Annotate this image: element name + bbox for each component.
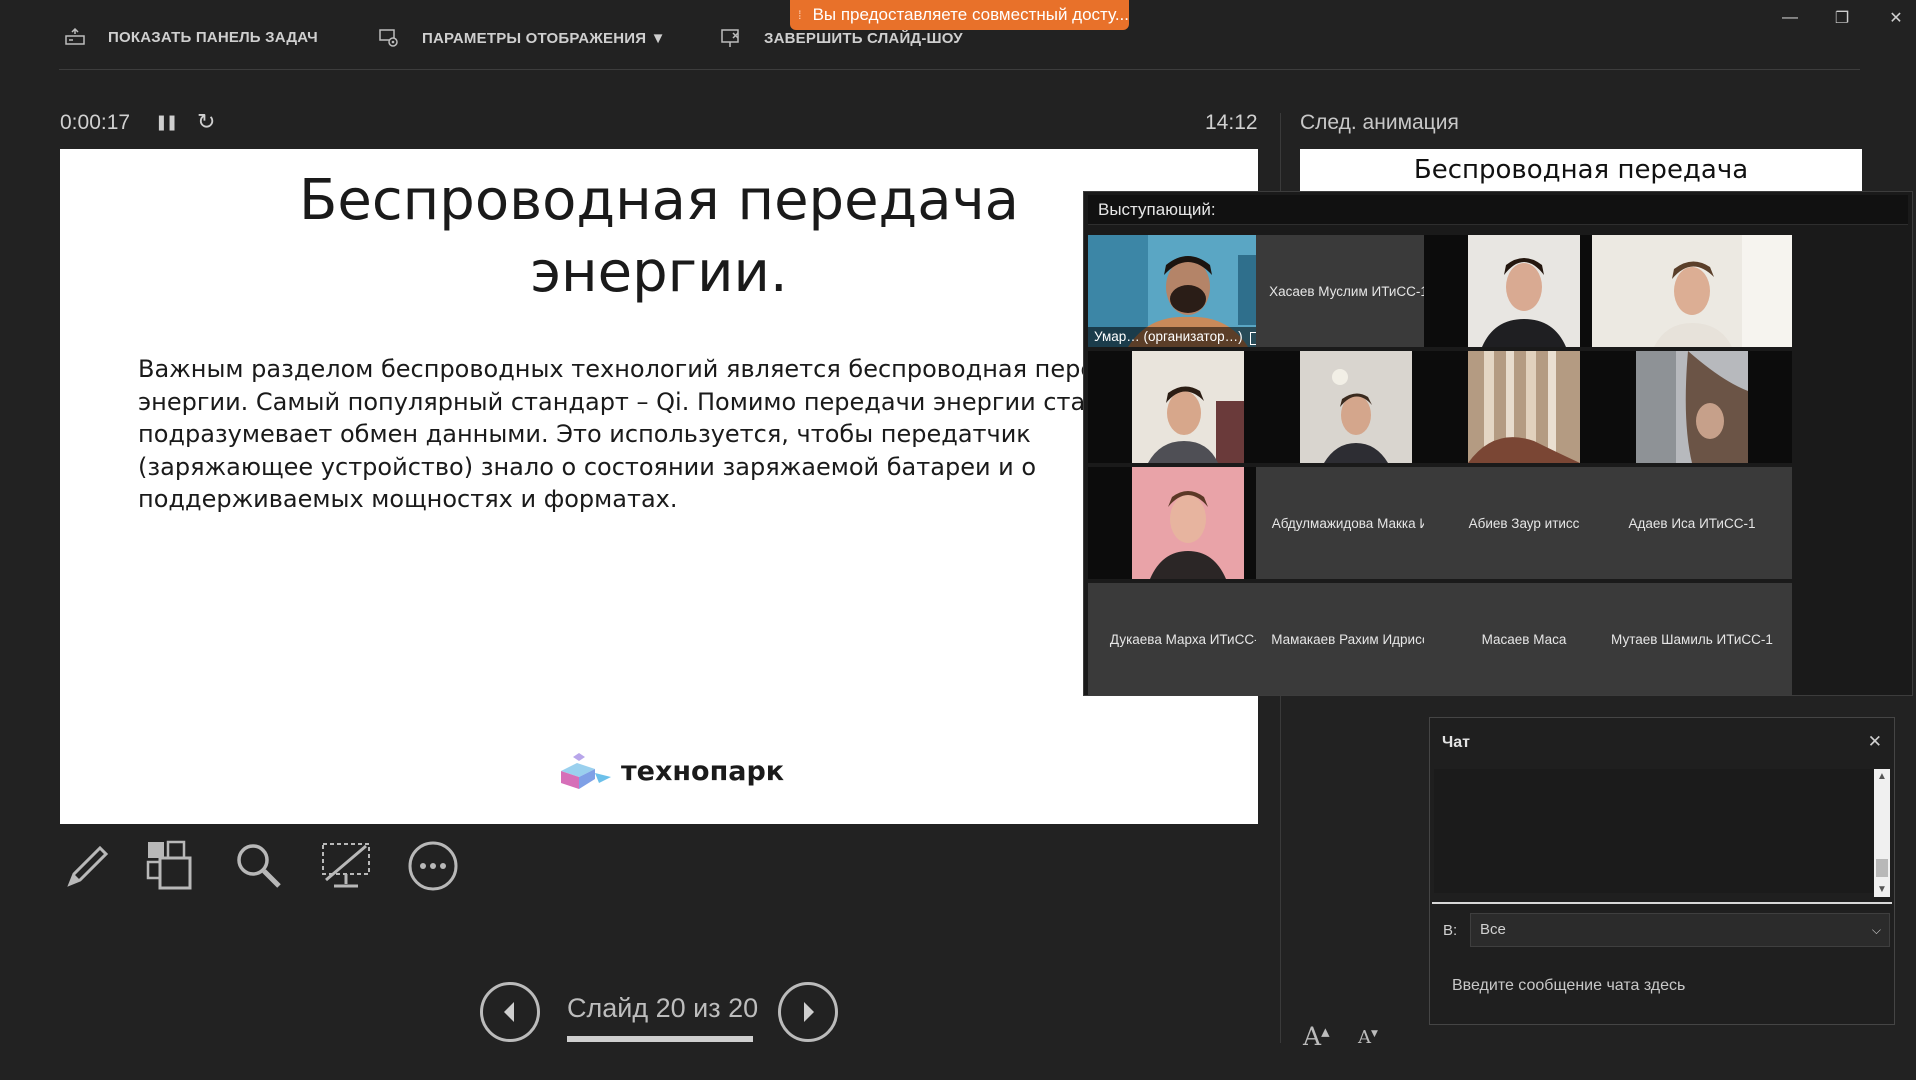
slide-title: Беспроводная передача энергии. xyxy=(299,168,1019,305)
chat-recipient-label: В: xyxy=(1443,922,1458,939)
show-taskbar-label: ПОКАЗАТЬ ПАНЕЛЬ ЗАДАЧ xyxy=(108,28,318,46)
next-slide-button[interactable] xyxy=(778,982,838,1042)
increase-font-icon: A xyxy=(1303,1022,1322,1051)
more-icon xyxy=(408,841,458,891)
current-slide[interactable]: Беспроводная передача энергии. Важным ра… xyxy=(60,149,1258,824)
technopark-logo: технопарк xyxy=(555,749,784,793)
chat-title: Чат xyxy=(1442,734,1470,751)
black-screen-button[interactable] xyxy=(320,840,372,892)
participant-name: Мутаев Шамиль ИТиСС-1 xyxy=(1611,631,1773,647)
presenter-name: Умар… (организатор…) xyxy=(1094,329,1243,344)
pen-icon xyxy=(67,845,109,887)
restore-button[interactable]: ❐ xyxy=(1822,6,1862,30)
end-show-label: ЗАВЕРШИТЬ СЛАЙД-ШОУ xyxy=(764,29,963,47)
increase-font-button[interactable]: A▲ xyxy=(1303,1022,1330,1051)
slides-grid-icon xyxy=(146,840,192,890)
drag-handle-icon[interactable]: ⁞ xyxy=(794,8,805,22)
see-all-slides-button[interactable] xyxy=(145,840,197,892)
toolbar-divider xyxy=(59,69,1860,70)
chevron-right-icon xyxy=(804,1002,814,1022)
next-slide-title: Беспроводная передача xyxy=(1413,155,1749,185)
chevron-down-icon: ⌵ xyxy=(1871,923,1881,937)
participant-tile[interactable]: Мутаев Шамиль ИТиСС-1 xyxy=(1592,583,1792,695)
screen-off-icon xyxy=(322,843,370,888)
participants-panel: Выступающий: Умар… (организатор…) ↑ Хаса… xyxy=(1083,191,1913,696)
taskbar-icon xyxy=(65,28,85,45)
chat-panel: Чат ✕ ▲ ▼ В: Все ⌵ xyxy=(1429,717,1895,1025)
participant-name: Адаев Иса ИТиСС-1 xyxy=(1628,515,1756,531)
pen-tool-button[interactable] xyxy=(60,840,112,892)
display-settings-button[interactable]: ПАРАМЕТРЫ ОТОБРАЖЕНИЯ ▼ xyxy=(378,28,666,48)
display-settings-label: ПАРАМЕТРЫ ОТОБРАЖЕНИЯ ▼ xyxy=(422,29,666,47)
chat-divider xyxy=(1432,902,1892,904)
chevron-down-icon[interactable]: ▼ xyxy=(1877,884,1887,895)
end-show-icon xyxy=(721,29,739,47)
close-window-button[interactable]: ✕ xyxy=(1876,6,1916,30)
next-animation-label: След. анимация xyxy=(1300,111,1459,134)
chat-message-input[interactable] xyxy=(1442,956,1882,1016)
show-taskbar-button[interactable]: ПОКАЗАТЬ ПАНЕЛЬ ЗАДАЧ xyxy=(64,28,318,46)
chevron-left-icon xyxy=(504,1002,514,1022)
elapsed-timer: 0:00:17 xyxy=(60,111,131,134)
video-participant xyxy=(1592,235,1792,347)
previous-slide-button[interactable] xyxy=(480,982,540,1042)
chat-recipient-select[interactable]: Все ⌵ xyxy=(1470,913,1890,947)
decrease-font-button[interactable]: A▼ xyxy=(1358,1027,1378,1048)
chat-recipient-value: Все xyxy=(1480,921,1506,938)
slide-counter[interactable]: Слайд 20 из 20 xyxy=(567,993,758,1024)
scrollbar-thumb[interactable] xyxy=(1876,859,1888,877)
zoom-button[interactable] xyxy=(233,840,285,892)
participant-tile[interactable]: Адаев Иса ИТиСС-1 xyxy=(1592,467,1792,579)
presenter-header: Выступающий: xyxy=(1088,195,1908,225)
video-participant xyxy=(1636,351,1748,463)
next-slide-preview[interactable]: Беспроводная передача xyxy=(1300,149,1862,191)
pause-timer-button[interactable]: ❚❚ xyxy=(155,113,178,131)
display-settings-icon xyxy=(379,29,398,47)
sharing-banner-text: Вы предоставляете совместный досту... xyxy=(812,5,1129,24)
chat-scrollbar[interactable]: ▲ ▼ xyxy=(1874,769,1890,897)
decrease-font-icon: A xyxy=(1358,1027,1371,1048)
magnifier-icon xyxy=(237,844,281,888)
chevron-up-icon[interactable]: ▲ xyxy=(1877,771,1887,782)
participant-tile-video[interactable] xyxy=(1592,235,1792,347)
reset-timer-button[interactable]: ↻ xyxy=(197,109,215,135)
minimize-button[interactable]: — xyxy=(1770,6,1810,30)
end-show-button[interactable]: ЗАВЕРШИТЬ СЛАЙД-ШОУ xyxy=(720,28,963,48)
technopark-logo-icon xyxy=(561,753,611,789)
reset-icon: ↻ xyxy=(197,109,216,134)
clock: 14:12 xyxy=(1205,111,1258,134)
chat-messages[interactable] xyxy=(1434,769,1874,893)
slide-progress-bar xyxy=(567,1036,753,1042)
technopark-logo-text: технопарк xyxy=(621,755,785,787)
participant-tile-video[interactable] xyxy=(1592,351,1792,463)
chat-close-button[interactable]: ✕ xyxy=(1868,732,1882,752)
sharing-banner[interactable]: ⁞ Вы предоставляете совместный досту... xyxy=(790,0,1129,30)
more-options-button[interactable] xyxy=(407,840,459,892)
pause-icon: ❚❚ xyxy=(155,114,178,131)
